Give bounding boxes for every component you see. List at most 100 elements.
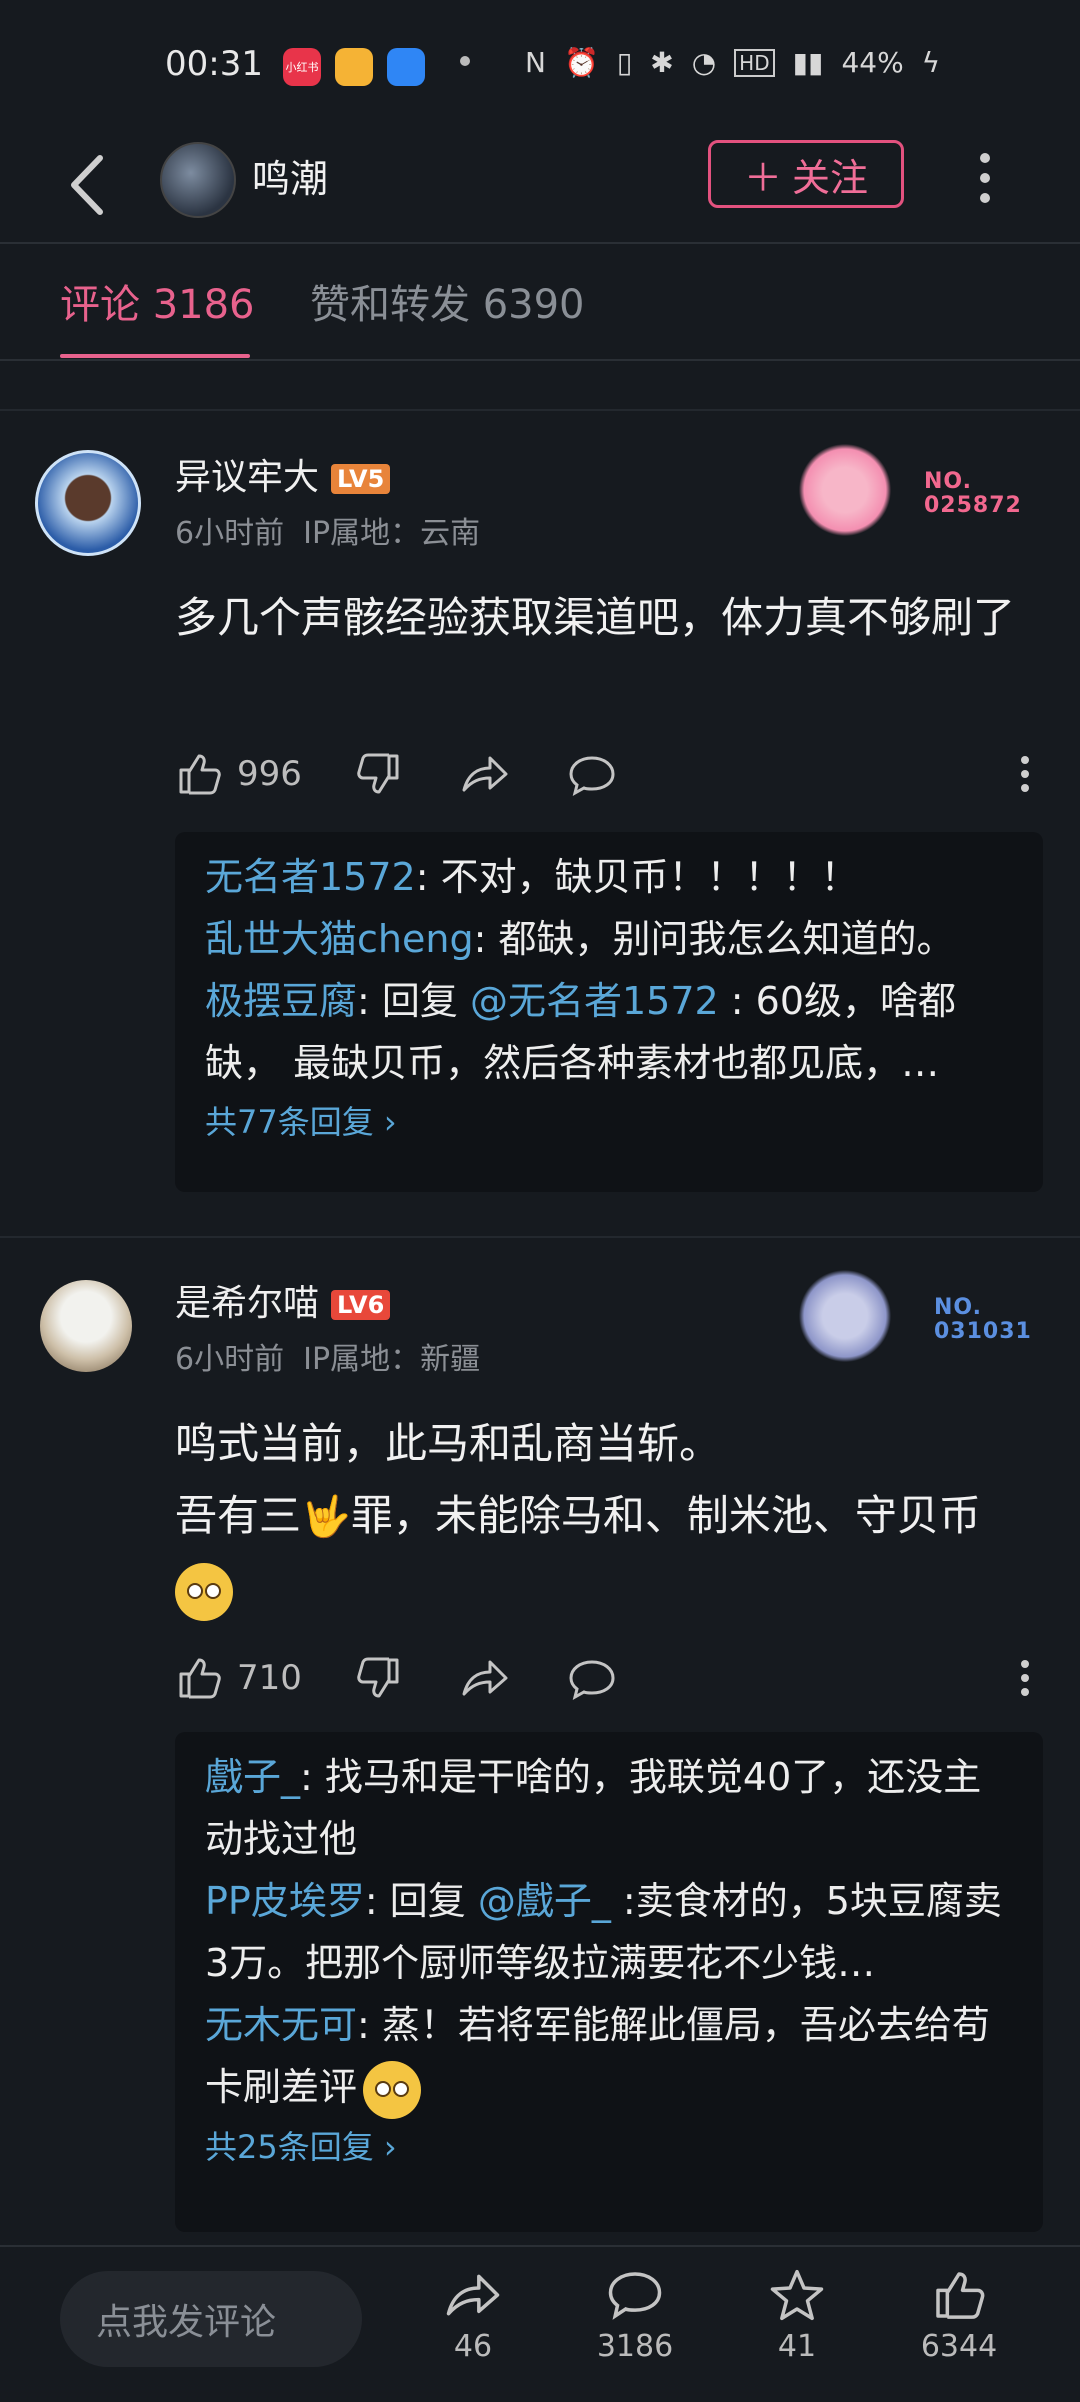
reply-item: 戲子_: 找马和是干啥的，我联觉40了，还没主动找过他 <box>205 1755 982 1861</box>
xiaohongshu-icon: 小红书 <box>283 48 321 86</box>
worried-face-emoji-icon <box>175 1562 233 1621</box>
follow-button[interactable]: ＋ 关注 <box>708 140 904 208</box>
thumbs-up-icon <box>179 1658 221 1699</box>
status-bar: 00:31 小红书 N ⏰ ▯ ✱ ◔ HD ▮▮ 44% ϟ <box>0 0 1080 130</box>
comment-meta: 6小时前 IP属地：新疆 <box>175 1342 481 1377</box>
share-button[interactable] <box>460 750 510 798</box>
comment-actions: 710 <box>175 1654 1055 1714</box>
vibrate-icon: ▯ <box>616 46 633 79</box>
bottom-action-bar: 点我发评论 46 3186 41 6344 <box>0 2245 1080 2402</box>
back-arrow-icon[interactable] <box>62 150 122 220</box>
reply-username[interactable]: PP皮埃罗 <box>205 1879 365 1923</box>
level-badge: LV5 <box>331 464 391 494</box>
dislike-button[interactable] <box>355 750 403 798</box>
tab-bar: 评论 3186 赞和转发 6390 <box>0 244 1080 361</box>
bluetooth-icon: ✱ <box>650 46 674 79</box>
weibo-icon <box>335 48 373 86</box>
comment-meta: 6小时前 IP属地：云南 <box>175 516 481 551</box>
comment-input[interactable]: 点我发评论 <box>60 2271 362 2367</box>
dislike-button[interactable] <box>355 1654 403 1702</box>
reply-username[interactable]: 乱世大猫cheng <box>205 917 474 961</box>
comment-bubble-icon <box>569 1660 615 1700</box>
comment-more-button[interactable] <box>1015 750 1035 798</box>
share-arrow-icon <box>462 756 508 792</box>
comment-actions: 996 <box>175 750 1055 810</box>
username[interactable]: 是希尔喵 LV6 <box>175 1274 391 1326</box>
comment-more-button[interactable] <box>1015 1654 1035 1702</box>
reply-item: 乱世大猫cheng: 都缺，别问我怎么知道的。 <box>205 917 955 961</box>
signal-icon: ▮▮ <box>792 46 824 79</box>
hd-icon: HD <box>734 48 775 77</box>
share-arrow-icon <box>462 1660 508 1696</box>
more-vertical-icon[interactable] <box>970 148 1000 208</box>
divider <box>0 1236 1080 1238</box>
page-title: 鸣潮 <box>252 157 329 201</box>
notification-dot <box>460 56 470 66</box>
level-badge: LV6 <box>331 1290 391 1320</box>
rock-hand-emoji-icon: 🤟 <box>301 1494 351 1540</box>
like-button[interactable]: 996 <box>175 750 302 798</box>
follow-label: 关注 <box>792 155 869 200</box>
comment-text: 多几个声骸经验获取渠道吧，体力真不够刷了 <box>175 593 1016 642</box>
status-time: 00:31 <box>165 44 263 84</box>
notification-apps: 小红书 <box>283 48 425 86</box>
reply-preview-box[interactable]: 无名者1572: 不对，缺贝币！！！！！ 乱世大猫cheng: 都缺，别问我怎么… <box>175 832 1043 1192</box>
reply-item: PP皮埃罗: 回复 @戲子_ :卖食材的，5块豆腐卖3万。把那个厨师等级拉满要花… <box>205 1879 1002 1985</box>
more-vertical-icon <box>1021 1660 1029 1696</box>
app-icon <box>387 48 425 86</box>
bottom-favorite-button[interactable]: 41 <box>737 2267 857 2364</box>
channel-avatar[interactable] <box>160 142 236 218</box>
divider <box>0 409 1080 411</box>
tab-likes-reposts[interactable]: 赞和转发 6390 <box>310 272 585 330</box>
mention-link[interactable]: @无名者1572 <box>470 979 719 1023</box>
like-count: 710 <box>237 1658 302 1698</box>
charging-icon: ϟ <box>921 46 941 79</box>
star-icon <box>770 2269 824 2321</box>
reply-button[interactable] <box>567 750 617 798</box>
reply-username[interactable]: 戲子_ <box>205 1755 300 1799</box>
worried-face-emoji-icon <box>363 2060 422 2119</box>
mention-link[interactable]: @戲子_ <box>478 1879 611 1923</box>
decoration-character-icon <box>790 440 900 540</box>
bottom-share-button[interactable]: 46 <box>413 2267 533 2364</box>
favorite-count: 41 <box>777 2329 817 2364</box>
comment-text: 鸣式当前，此马和乱商当斩。 吾有三🤟罪，未能除马和、制米池、守贝币 <box>175 1408 1045 1625</box>
bottom-comment-button[interactable]: 3186 <box>575 2267 695 2364</box>
thumbs-up-icon <box>179 754 221 795</box>
system-icons: N ⏰ ▯ ✱ ◔ HD ▮▮ 44% ϟ <box>525 46 940 79</box>
comment-bubble-icon <box>608 2272 662 2320</box>
reply-username[interactable]: 无名者1572 <box>205 855 416 899</box>
username[interactable]: 异议牢大 LV5 <box>175 448 391 500</box>
like-button[interactable]: 710 <box>175 1654 302 1702</box>
share-count: 46 <box>453 2329 493 2364</box>
decoration-number: NO. 025872 <box>924 469 1022 518</box>
user-avatar[interactable] <box>40 1280 132 1372</box>
reply-item: 无名者1572: 不对，缺贝币！！！！！ <box>205 855 859 899</box>
thumbs-down-icon <box>357 753 399 794</box>
user-avatar[interactable] <box>35 450 141 556</box>
comment-bubble-icon <box>569 756 615 796</box>
nfc-icon: N <box>525 46 546 79</box>
reply-preview-box[interactable]: 戲子_: 找马和是干啥的，我联觉40了，还没主动找过他 PP皮埃罗: 回复 @戲… <box>175 1732 1043 2232</box>
thumbs-up-icon <box>936 2272 985 2319</box>
active-tab-indicator <box>60 354 250 358</box>
reply-button[interactable] <box>567 1654 617 1702</box>
view-more-replies-link[interactable]: 共77条回复 › <box>205 1094 1013 1150</box>
alarm-icon: ⏰ <box>563 46 599 79</box>
plus-icon: ＋ <box>743 155 782 200</box>
reply-username[interactable]: 无木无可 <box>205 2003 357 2047</box>
bottom-like-button[interactable]: 6344 <box>899 2267 1019 2364</box>
decoration-character-icon <box>790 1266 900 1366</box>
comment-count: 3186 <box>596 2329 674 2364</box>
header: 鸣潮 ＋ 关注 <box>0 130 1080 244</box>
more-vertical-icon <box>1021 756 1029 792</box>
like-count: 996 <box>237 754 302 794</box>
reply-item: 无木无可: 蒸！若将军能解此僵局，吾必去给苟卡刷差评 <box>205 1994 1013 2119</box>
view-more-replies-link[interactable]: 共25条回复 › <box>205 2119 1013 2175</box>
reply-item: 极摆豆腐: 回复 @无名者1572 : 60级，啥都缺， 最缺贝币，然后各种素材… <box>205 979 957 1085</box>
decoration-number: NO. 031031 <box>934 1295 1032 1344</box>
tab-comments[interactable]: 评论 3186 <box>60 272 255 330</box>
reply-username[interactable]: 极摆豆腐 <box>205 979 357 1023</box>
share-button[interactable] <box>460 1654 510 1702</box>
wifi-icon: ◔ <box>691 46 717 79</box>
